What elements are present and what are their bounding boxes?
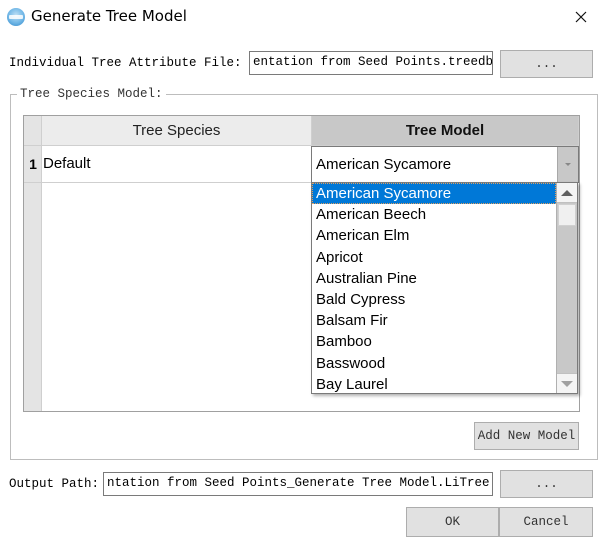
dropdown-option[interactable]: Balsam Fir	[312, 310, 556, 331]
dropdown-option[interactable]: Bald Cypress	[312, 289, 556, 310]
dropdown-option[interactable]: Australian Pine	[312, 268, 556, 289]
output-path-input[interactable]: ntation from Seed Points_Generate Tree M…	[103, 472, 493, 496]
column-header-tree-species[interactable]: Tree Species	[42, 116, 312, 146]
species-cell[interactable]: Default	[42, 146, 312, 183]
tree-model-combobox[interactable]: American Sycamore	[311, 146, 579, 183]
attribute-file-input[interactable]: entation from Seed Points.treedb	[249, 51, 493, 75]
window-title: Generate Tree Model	[31, 7, 187, 25]
output-path-browse-button[interactable]: ...	[500, 470, 593, 498]
dropdown-option[interactable]: Apricot	[312, 247, 556, 268]
scrollbar-thumb[interactable]	[558, 204, 576, 226]
cancel-button[interactable]: Cancel	[499, 507, 593, 537]
tree-model-selected-value: American Sycamore	[316, 156, 452, 173]
dropdown-option[interactable]: American Beech	[312, 204, 556, 225]
dropdown-option[interactable]: American Sycamore	[312, 183, 556, 205]
attribute-file-browse-button[interactable]: ...	[500, 50, 593, 78]
tree-species-model-label: Tree Species Model:	[17, 87, 166, 101]
title-bar: Generate Tree Model	[0, 0, 604, 34]
dropdown-option[interactable]: Bamboo	[312, 331, 556, 352]
column-header-tree-model[interactable]: Tree Model	[312, 116, 579, 146]
scroll-up-arrow-icon[interactable]	[557, 183, 577, 203]
output-path-label: Output Path:	[9, 477, 100, 491]
dropdown-scrollbar[interactable]	[556, 183, 577, 393]
app-logo-icon	[7, 8, 25, 26]
tree-model-dropdown-list[interactable]: American Sycamore American Beech America…	[311, 182, 578, 394]
close-button[interactable]	[558, 0, 604, 34]
row-number[interactable]: 1	[24, 146, 42, 183]
add-new-model-button[interactable]: Add New Model	[474, 422, 579, 450]
dropdown-option[interactable]: Bay Laurel	[312, 374, 556, 393]
attribute-file-label: Individual Tree Attribute File:	[9, 56, 242, 70]
dropdown-option[interactable]: Basswood	[312, 353, 556, 374]
scroll-down-arrow-icon[interactable]	[557, 373, 577, 393]
ok-button[interactable]: OK	[406, 507, 499, 537]
dropdown-option[interactable]: American Elm	[312, 225, 556, 246]
close-icon	[575, 11, 587, 23]
table-corner[interactable]	[24, 116, 42, 146]
chevron-down-icon[interactable]	[557, 147, 578, 182]
